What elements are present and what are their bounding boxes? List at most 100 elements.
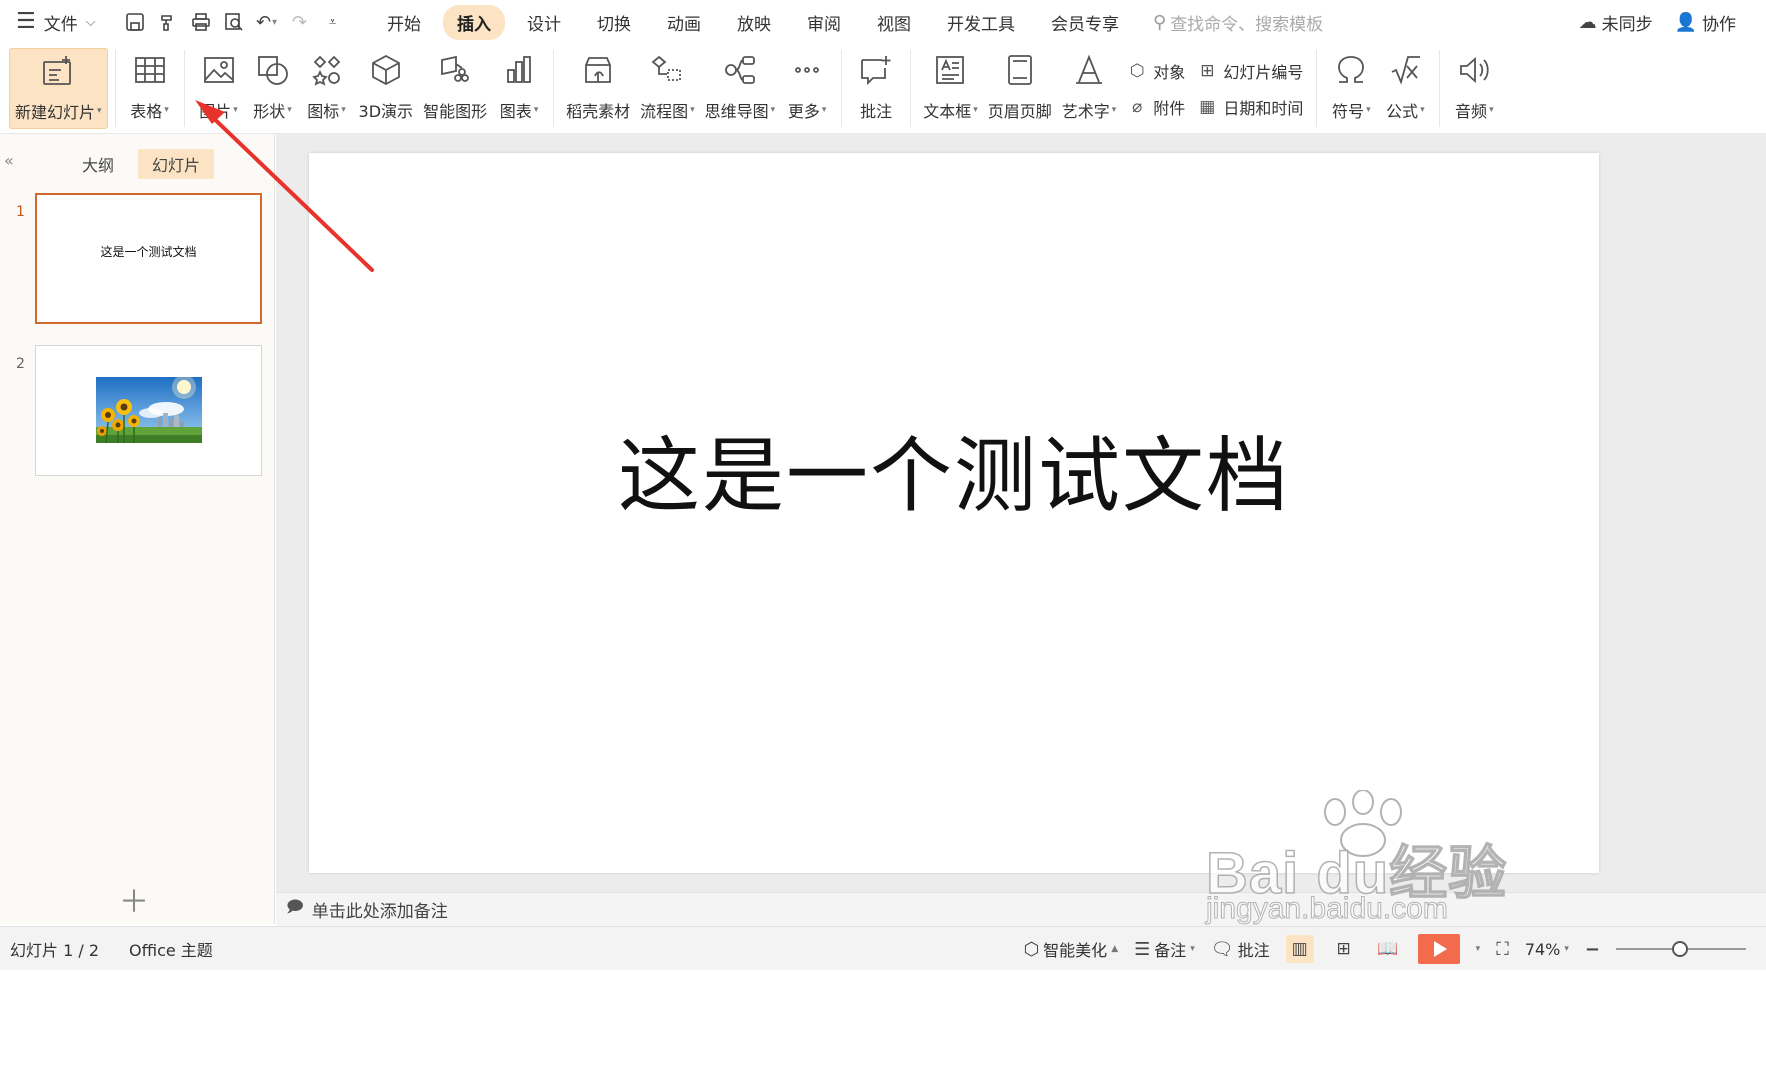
customize-toolbar-button[interactable]: ⩡	[316, 6, 349, 38]
shape-button[interactable]: 形状 ▾	[246, 44, 300, 133]
tab-slides[interactable]: 幻灯片	[138, 149, 215, 179]
tab-insert[interactable]: 插入	[443, 4, 505, 40]
tab-animations[interactable]: 动画	[653, 5, 715, 40]
chart-label: 图表	[499, 102, 532, 121]
menubar-right: ☁ 未同步 👤 协作	[1579, 0, 1736, 44]
comment-label: 批注	[860, 102, 893, 121]
collaborate-button[interactable]: 👤 协作	[1675, 10, 1736, 35]
tab-developer[interactable]: 开发工具	[933, 5, 1029, 40]
comments-toggle-button[interactable]: 🗨 批注	[1211, 937, 1270, 961]
add-slide-button[interactable]: ＋	[119, 888, 149, 918]
dropdown-caret-icon: ▾	[1489, 105, 1494, 115]
chart-button[interactable]: 图表 ▾	[492, 44, 546, 133]
slide-thumbnail-2[interactable]	[35, 345, 262, 476]
attachment-button[interactable]: ⌀ 附件	[1127, 95, 1185, 119]
dropdown-caret-icon: ▾	[770, 105, 776, 115]
notes-input[interactable]: 🗩 单击此处添加备注	[276, 892, 1766, 926]
picture-icon	[203, 57, 234, 83]
symbol-button[interactable]: 符号 ▾	[1324, 44, 1378, 133]
slides-panel: « 大纲 幻灯片 1 这是一个测试文档 2 ＋	[0, 134, 275, 924]
smartart-icon	[441, 55, 469, 82]
table-button[interactable]: 表格 ▾	[123, 44, 177, 133]
zoom-slider[interactable]	[1616, 941, 1746, 957]
slide-indicator: 幻灯片 1 / 2	[10, 940, 100, 960]
object-label: 对象	[1153, 62, 1186, 82]
comments-label: 批注	[1237, 941, 1270, 960]
slide-number-button[interactable]: ⊞ 幻灯片编号	[1197, 59, 1303, 83]
tab-member[interactable]: 会员专享	[1037, 5, 1133, 40]
collapse-panel-icon[interactable]: «	[4, 151, 14, 170]
textbox-button[interactable]: 文本框 ▾	[918, 44, 983, 133]
slide-canvas-area: 这是一个测试文档	[276, 134, 1766, 892]
new-slide-button[interactable]: 新建幻灯片 ▾	[9, 48, 108, 129]
print-preview-button[interactable]	[217, 6, 250, 38]
save-button[interactable]	[118, 6, 151, 38]
header-footer-button[interactable]: 页眉页脚	[983, 44, 1057, 133]
printer-icon	[191, 13, 210, 31]
more-button[interactable]: 更多 ▾	[780, 44, 834, 133]
wordart-button[interactable]: 艺术字 ▾	[1057, 44, 1122, 133]
attachment-label: 附件	[1153, 98, 1186, 118]
zoom-level: 74%	[1524, 939, 1561, 959]
play-slideshow-button[interactable]	[1417, 934, 1460, 964]
tab-review[interactable]: 审阅	[793, 5, 855, 40]
print-button[interactable]	[184, 6, 217, 38]
slide-canvas[interactable]: 这是一个测试文档	[309, 153, 1599, 873]
plus-icon: ＋	[119, 885, 149, 920]
notes-toggle-button[interactable]: ☰ 备注 ▾	[1134, 937, 1195, 961]
formula-button[interactable]: 公式 ▾	[1378, 44, 1432, 133]
store-icon	[585, 57, 611, 83]
tab-home[interactable]: 开始	[373, 5, 435, 40]
tab-design[interactable]: 设计	[513, 5, 575, 40]
play-options-dropdown-icon[interactable]: ▾	[1476, 944, 1481, 954]
book-icon: 📖	[1377, 939, 1399, 959]
table-label: 表格	[130, 102, 163, 121]
format-painter-button[interactable]	[151, 6, 184, 38]
cloud-sync-icon: ☁	[1578, 11, 1597, 33]
smartart-button[interactable]: 智能图形	[418, 44, 492, 133]
reading-view-button[interactable]: 📖	[1374, 935, 1402, 963]
header-footer-label: 页眉页脚	[987, 102, 1052, 121]
user-plus-icon: 👤	[1674, 11, 1697, 33]
docer-assets-button[interactable]: 稻壳素材	[561, 44, 635, 133]
zoom-out-button[interactable]: −	[1585, 939, 1600, 960]
slide-sorter-button[interactable]: ⊞	[1330, 935, 1358, 963]
file-menu[interactable]: ☰ 文件 ⌵	[0, 10, 118, 35]
normal-view-button[interactable]: ▥	[1285, 935, 1314, 963]
flowchart-button[interactable]: 流程图 ▾	[635, 44, 700, 133]
object-button[interactable]: ⬡ 对象	[1127, 59, 1185, 83]
3d-demo-button[interactable]: 3D演示	[354, 44, 419, 133]
slide-title-text[interactable]: 这是一个测试文档	[309, 409, 1599, 528]
audio-button[interactable]: 音频 ▾	[1447, 44, 1501, 133]
dropdown-caret-icon: ▾	[97, 106, 102, 116]
tab-transitions[interactable]: 切换	[583, 5, 645, 40]
tab-outline[interactable]: 大纲	[68, 149, 128, 179]
wordart-label: 艺术字	[1061, 102, 1110, 121]
mindmap-button[interactable]: 思维导图 ▾	[700, 44, 781, 133]
file-menu-label: 文件	[43, 14, 78, 35]
speaker-icon	[1460, 57, 1489, 83]
zoom-level-dropdown[interactable]: 74% ▾	[1525, 940, 1569, 959]
sync-button[interactable]: ☁ 未同步	[1579, 10, 1653, 35]
slide-thumbnail-1[interactable]: 这是一个测试文档	[35, 193, 262, 324]
wordart-icon	[1076, 54, 1103, 84]
tab-slideshow[interactable]: 放映	[723, 5, 785, 40]
smart-beautify-button[interactable]: ⬡ 智能美化 ▲	[1023, 937, 1118, 961]
zoom-slider-handle[interactable]	[1672, 941, 1688, 957]
fit-window-button[interactable]: ⛶	[1496, 939, 1509, 960]
dropdown-caret-icon: ▾	[1420, 105, 1425, 115]
docer-assets-label: 稻壳素材	[566, 102, 631, 121]
theme-name[interactable]: Office 主题	[129, 937, 213, 961]
comment-button[interactable]: 批注	[849, 44, 903, 133]
beautify-cube-icon: ⬡	[1023, 938, 1040, 960]
picture-button[interactable]: 图片 ▾	[192, 44, 246, 133]
search-icon: ⚲	[1153, 11, 1167, 33]
tab-view[interactable]: 视图	[863, 5, 925, 40]
command-search[interactable]: ⚲ 查找命令、搜索模板	[1153, 10, 1323, 35]
sunflower-landscape-image	[96, 377, 202, 443]
sync-label: 未同步	[1601, 14, 1653, 35]
datetime-button[interactable]: ▦ 日期和时间	[1197, 95, 1303, 119]
undo-button[interactable]: ↶ ▾	[250, 6, 283, 38]
redo-button[interactable]: ↷	[283, 6, 316, 38]
icons-button[interactable]: 图标 ▾	[300, 44, 354, 133]
